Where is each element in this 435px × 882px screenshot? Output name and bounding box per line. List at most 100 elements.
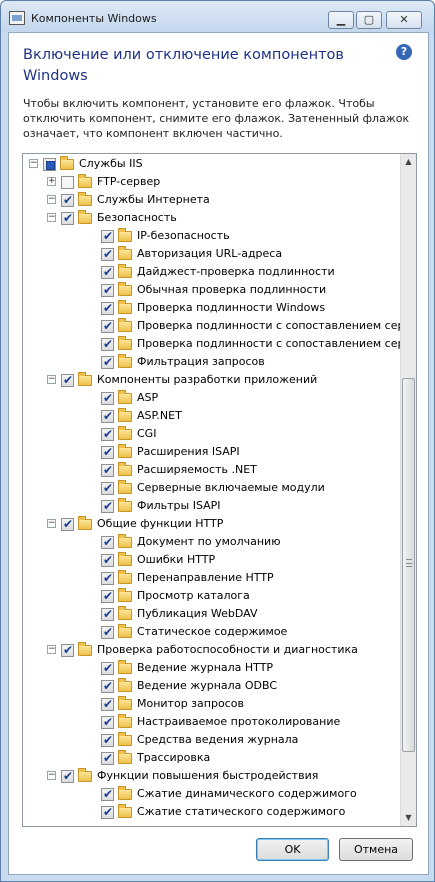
folder-icon [118,570,132,584]
feature-checkbox[interactable] [61,517,74,531]
tree-item[interactable]: Трассировка [23,749,400,767]
tree-item[interactable]: − Проверка работоспособности и диагностик… [23,641,400,659]
feature-checkbox[interactable] [101,481,114,495]
features-tree[interactable]: −Службы IIS+FTP-сервер−Службы Интернета−… [22,153,417,827]
feature-checkbox[interactable] [101,571,114,585]
feature-checkbox[interactable] [101,427,114,441]
tree-item[interactable]: Ошибки HTTP [23,551,400,569]
feature-checkbox[interactable] [43,158,56,171]
tree-item[interactable]: CGI [23,425,400,443]
feature-checkbox[interactable] [61,643,74,657]
feature-checkbox[interactable] [101,301,114,315]
collapse-icon[interactable]: − [47,213,56,222]
tree-item[interactable]: − Службы Интернета [23,191,400,209]
close-button[interactable]: ✕ [386,11,422,29]
feature-checkbox[interactable] [101,463,114,477]
tree-item[interactable]: ASP.NET [23,407,400,425]
feature-checkbox[interactable] [61,373,74,387]
tree-item[interactable]: Обычная проверка подлинности [23,281,400,299]
feature-checkbox[interactable] [101,247,114,261]
folder-icon [118,318,132,332]
scroll-up-arrow-icon[interactable]: ▲ [403,156,414,167]
feature-checkbox[interactable] [101,319,114,333]
feature-checkbox[interactable] [101,445,114,459]
tree-item[interactable]: Просмотр каталога [23,587,400,605]
tree-item[interactable]: Документ по умолчанию [23,533,400,551]
tree-item[interactable]: Фильтрация запросов [23,353,400,371]
maximize-button[interactable]: ▢ [356,11,382,29]
help-icon[interactable]: ? [396,44,412,60]
tree-item[interactable]: − Общие функции HTTP [23,515,400,533]
collapse-icon[interactable]: − [47,375,56,384]
feature-checkbox[interactable] [101,409,114,423]
tree-item[interactable]: Расширяемость .NET [23,461,400,479]
feature-checkbox[interactable] [101,787,114,801]
tree-item-label: Ошибки HTTP [137,553,216,566]
tree-item[interactable]: Статическое содержимое [23,623,400,641]
tree-item[interactable]: Фильтры ISAPI [23,497,400,515]
cancel-button[interactable]: Отмена [339,838,413,861]
tree-item[interactable]: Монитор запросов [23,695,400,713]
collapse-icon[interactable]: − [47,195,56,204]
tree-item[interactable]: Расширения ISAPI [23,443,400,461]
scroll-down-arrow-icon[interactable]: ▼ [403,812,414,823]
collapse-icon[interactable]: − [47,645,56,654]
feature-checkbox[interactable] [101,337,114,351]
scrollbar-thumb[interactable] [402,378,415,752]
tree-item[interactable]: − Службы IIS [23,155,400,173]
feature-checkbox[interactable] [101,661,114,675]
collapse-icon[interactable]: − [29,159,38,168]
feature-checkbox[interactable] [101,283,114,297]
tree-item-label: Документ по умолчанию [137,535,281,548]
feature-checkbox[interactable] [61,769,74,783]
feature-checkbox[interactable] [101,553,114,567]
tree-item[interactable]: Ведение журнала ODBC [23,677,400,695]
collapse-icon[interactable]: − [47,519,56,528]
tree-item[interactable]: Проверка подлинности с сопоставлением се… [23,335,400,353]
tree-item[interactable]: − Функции повышения быстродействия [23,767,400,785]
feature-checkbox[interactable] [101,625,114,639]
tree-item[interactable]: Сжатие статического содержимого [23,803,400,821]
feature-checkbox[interactable] [101,733,114,747]
tree-item[interactable]: Средства ведения журнала [23,731,400,749]
tree-item[interactable]: Проверка подлинности Windows [23,299,400,317]
feature-checkbox[interactable] [101,499,114,513]
feature-checkbox[interactable] [101,589,114,603]
tree-item[interactable]: Настраиваемое протоколирование [23,713,400,731]
feature-checkbox[interactable] [61,176,74,189]
feature-checkbox[interactable] [101,535,114,549]
feature-checkbox[interactable] [101,679,114,693]
tree-item[interactable]: Публикация WebDAV [23,605,400,623]
collapse-icon[interactable]: − [47,771,56,780]
feature-checkbox[interactable] [101,229,114,243]
tree-item[interactable]: Проверка подлинности с сопоставлением се… [23,317,400,335]
feature-checkbox[interactable] [61,193,74,207]
vertical-scrollbar[interactable]: ▲ ▼ [400,154,416,826]
tree-item[interactable]: Сжатие динамического содержимого [23,785,400,803]
tree-item[interactable]: − Безопасность [23,209,400,227]
tree-item[interactable]: − Компоненты разработки приложений [23,371,400,389]
ok-button[interactable]: OK [256,838,329,861]
minimize-button[interactable]: ▁ [328,11,354,29]
tree-item[interactable]: ASP [23,389,400,407]
title-bar[interactable]: Компоненты Windows ▁ ▢ ✕ [1,1,434,33]
feature-checkbox[interactable] [61,211,74,225]
tree-item[interactable]: Авторизация URL-адреса [23,245,400,263]
tree-item[interactable]: IP-безопасность [23,227,400,245]
tree-item[interactable]: Серверные включаемые модули [23,479,400,497]
tree-item[interactable]: Перенаправление HTTP [23,569,400,587]
expand-icon[interactable]: + [47,177,56,186]
tree-item[interactable]: Ведение журнала HTTP [23,659,400,677]
feature-checkbox[interactable] [101,391,114,405]
feature-checkbox[interactable] [101,697,114,711]
feature-checkbox[interactable] [101,751,114,765]
folder-icon [78,192,92,206]
feature-checkbox[interactable] [101,265,114,279]
feature-checkbox[interactable] [101,607,114,621]
tree-item[interactable]: + FTP-сервер [23,173,400,191]
feature-checkbox[interactable] [101,805,114,819]
tree-item[interactable]: Дайджест-проверка подлинности [23,263,400,281]
folder-icon [78,372,92,386]
feature-checkbox[interactable] [101,715,114,729]
feature-checkbox[interactable] [101,355,114,369]
